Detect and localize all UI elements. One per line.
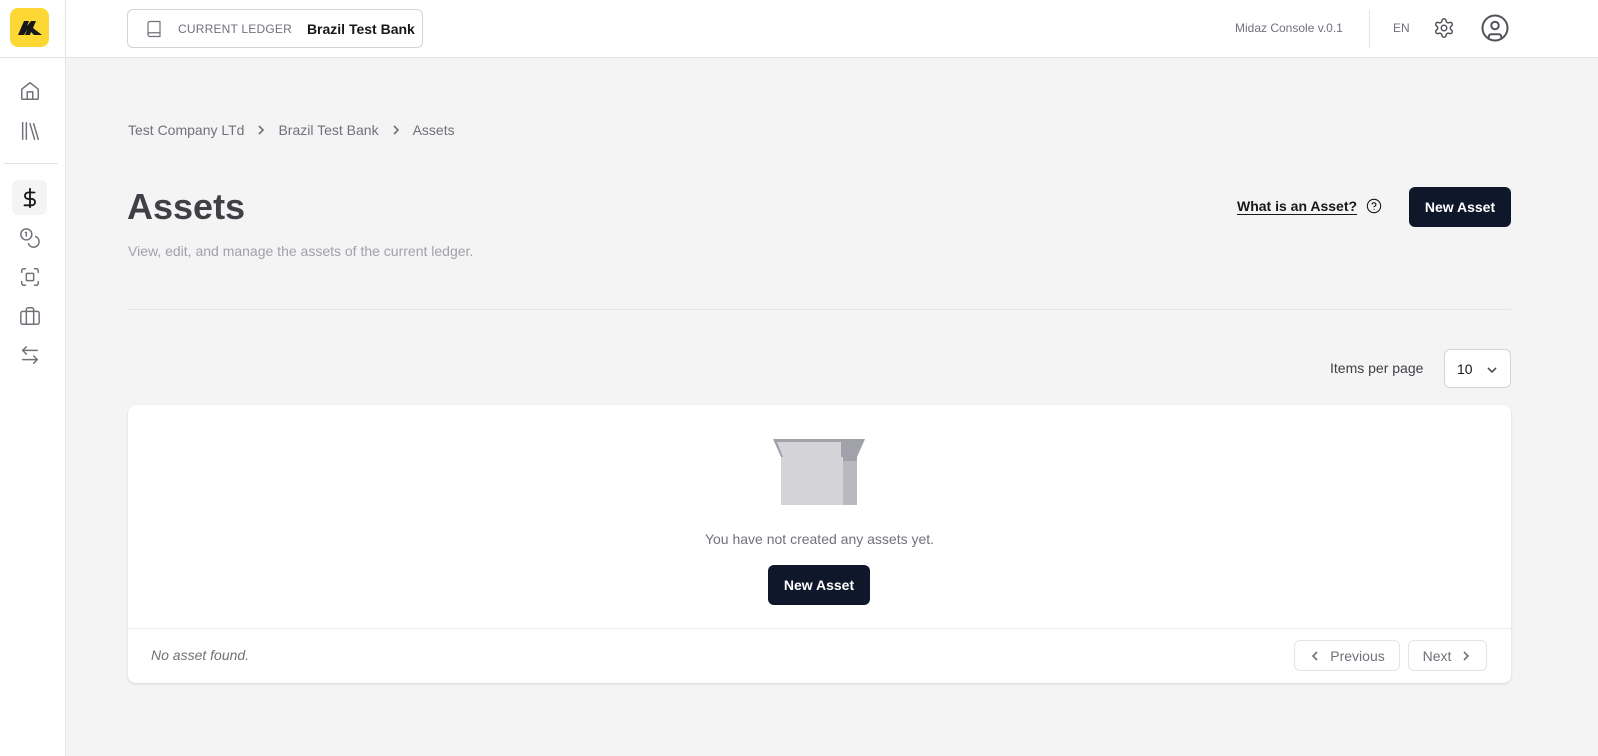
current-ledger-name: Brazil Test Bank: [306, 20, 415, 37]
breadcrumb-organization[interactable]: Test Company LTd: [128, 122, 244, 138]
chevron-right-icon: [256, 125, 266, 135]
sidebar-header-divider: [0, 57, 66, 58]
midaz-logo[interactable]: [10, 8, 49, 47]
sidebar-item-assets[interactable]: [12, 180, 47, 215]
briefcase-icon: [19, 306, 40, 325]
user-menu-button[interactable]: [1480, 13, 1510, 43]
help-link-label: What is an Asset?: [1237, 198, 1358, 214]
next-label: Next: [1422, 647, 1452, 664]
sidebar-item-products[interactable]: [12, 298, 47, 333]
app-version: Midaz Console v.0.1: [1235, 21, 1343, 35]
midaz-logo-icon: [17, 20, 42, 35]
settings-button[interactable]: [1431, 15, 1457, 41]
empty-state-new-asset-button[interactable]: New Asset: [768, 565, 870, 605]
items-per-page-label: Items per page: [1330, 360, 1424, 376]
language-selector[interactable]: EN: [1393, 21, 1410, 35]
sidebar-divider: [4, 163, 58, 164]
breadcrumb-ledger[interactable]: Brazil Test Bank: [278, 122, 378, 138]
sidebar-item-accounts[interactable]: [12, 259, 47, 294]
next-page-button[interactable]: Next: [1408, 640, 1487, 671]
arrow-left-right-icon: [21, 345, 38, 364]
help-circle-icon: [1366, 198, 1382, 214]
items-per-page-value: 10: [1457, 360, 1473, 377]
section-divider: [128, 309, 1511, 310]
dollar-icon: [23, 187, 36, 208]
top-header: CURRENT LEDGER Brazil Test Bank Midaz Co…: [66, 0, 1598, 58]
chevron-right-icon: [1463, 650, 1470, 661]
sidebar-item-portfolios[interactable]: [12, 220, 47, 255]
new-asset-button[interactable]: New Asset: [1409, 187, 1511, 227]
previous-label: Previous: [1330, 647, 1385, 664]
items-per-page-select[interactable]: 10: [1444, 349, 1511, 388]
sidebar-item-home[interactable]: [12, 73, 47, 108]
card-footer-divider: [128, 628, 1511, 629]
coins-icon: [19, 227, 40, 248]
assets-table-card: You have not created any assets yet. New…: [128, 405, 1511, 683]
results-footer-text: No asset found.: [151, 647, 250, 663]
previous-page-button[interactable]: Previous: [1294, 640, 1400, 671]
current-ledger-label: CURRENT LEDGER: [178, 21, 292, 36]
chevron-left-icon: [1312, 650, 1318, 661]
sidebar: [0, 0, 66, 756]
empty-box-illustration: [773, 439, 865, 505]
empty-state-message: You have not created any assets yet.: [704, 531, 935, 547]
scan-icon: [20, 267, 39, 286]
sidebar-item-transactions[interactable]: [12, 337, 47, 372]
chevron-down-icon: [1487, 367, 1497, 374]
breadcrumb: Test Company LTd Brazil Test Bank Assets: [128, 122, 455, 138]
ledger-switcher[interactable]: CURRENT LEDGER Brazil Test Bank: [127, 9, 423, 48]
gear-icon: [1435, 18, 1453, 38]
sidebar-item-ledgers[interactable]: [12, 113, 47, 148]
home-icon: [20, 81, 39, 100]
breadcrumb-current[interactable]: Assets: [413, 122, 455, 138]
what-is-asset-link[interactable]: What is an Asset?: [1237, 198, 1382, 214]
header-divider: [1369, 10, 1370, 48]
page-title: Assets: [127, 186, 246, 227]
page-subtitle: View, edit, and manage the assets of the…: [128, 243, 474, 259]
user-circle-icon: [1481, 14, 1509, 42]
book-icon: [147, 20, 161, 37]
chevron-right-icon: [391, 125, 401, 135]
library-icon: [21, 121, 39, 140]
